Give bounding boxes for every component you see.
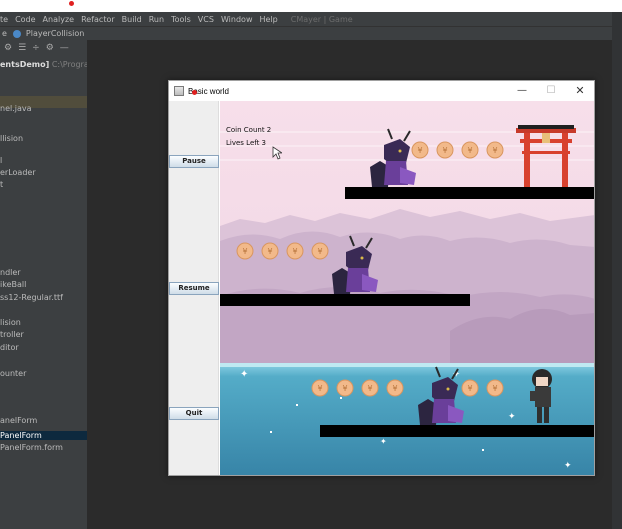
platform-middle [220,294,470,306]
settings-cog-icon[interactable]: ⚙ [4,43,12,53]
platform-top [345,187,594,199]
project-tree-item[interactable]: ditor [0,343,19,352]
project-tree-item[interactable]: llision [0,134,23,143]
menu-code[interactable]: Code [15,15,35,24]
menu-tools[interactable]: Tools [171,15,191,24]
coin-symbol: ¥ [342,384,347,393]
platform-bottom [320,425,594,437]
menu-build[interactable]: Build [122,15,142,24]
project-tree-panel: entsDemo] C:\Programmi nel.javallisionle… [0,56,87,529]
game-window: Basic world — ☐ ✕ Pause Resume Quit ✦ ✦ … [168,80,595,476]
minimize-button[interactable]: — [508,83,536,99]
hide-panel-icon[interactable]: — [60,43,69,53]
mouse-pointer-icon [272,146,282,160]
ide-navigation-bar: e PlayerCollision [0,26,622,40]
coin-symbol: ¥ [242,247,247,256]
lives-left-label: Lives Left 3 [226,139,267,147]
project-tree-item[interactable]: ndler [0,268,21,277]
project-tree-item[interactable]: t [0,180,3,189]
svg-text:✦: ✦ [380,437,387,446]
project-tree-item[interactable]: nel.java [0,104,32,113]
project-root-row[interactable]: entsDemo] C:\Programmi [0,60,87,69]
project-toolbar: ⚙ ☰ ÷ ⚙ — [0,40,87,56]
project-tree-item[interactable]: PanelForm [0,431,87,440]
class-icon [12,29,21,38]
menu-refactor[interactable]: Refactor [81,15,115,24]
screen-top-strip [0,0,622,12]
svg-text:✦: ✦ [240,369,248,380]
menu-vcs[interactable]: VCS [198,15,214,24]
menu-window[interactable]: Window [221,15,253,24]
project-tree-item[interactable]: erLoader [0,168,36,177]
java-app-icon [174,86,184,96]
coin-symbol: ¥ [367,384,372,393]
svg-text:✦: ✦ [508,412,516,422]
collapse-all-icon[interactable]: ÷ [32,43,40,53]
expand-all-icon[interactable]: ☰ [18,43,26,53]
coin-symbol: ¥ [467,384,472,393]
close-button[interactable]: ✕ [566,83,594,99]
coin-symbol: ¥ [467,146,472,155]
project-tree-item[interactable]: ounter [0,369,26,378]
quit-button[interactable]: Quit [169,407,219,420]
coin-symbol: ¥ [492,146,497,155]
project-tree-item[interactable]: l [0,156,2,165]
game-canvas[interactable]: ✦ ✦ ✦ ✦ ✦ ¥ ¥ ¥ ¥ ¥ ¥ ¥ ¥ ¥ ¥ ¥ ¥ ¥ ¥ Co… [220,101,594,475]
game-hud: Coin Count 2 Lives Left 3 [226,124,271,150]
coin-count-label: Coin Count 2 [226,126,272,134]
right-tool-strip [612,12,622,529]
menu-file[interactable]: te [0,15,8,24]
recording-cursor-dot [69,1,74,6]
ide-project-title: CMayer | Game [290,14,353,24]
resume-button[interactable]: Resume [169,282,219,295]
coin-symbol: ¥ [417,146,422,155]
project-tree-item[interactable]: PanelForm.form [0,443,63,452]
menu-help[interactable]: Help [259,15,277,24]
coin-symbol: ¥ [392,384,397,393]
coin-symbol: ¥ [292,247,297,256]
control-panel: Pause Resume Quit [169,101,219,475]
breadcrumb-file[interactable]: PlayerCollision [26,29,84,38]
coin-symbol: ¥ [492,384,497,393]
project-tree-item[interactable]: ikeBall [0,280,26,289]
gear-icon[interactable]: ⚙ [46,43,54,53]
coin-symbol: ¥ [317,247,322,256]
pause-button[interactable]: Pause [169,155,219,168]
coin-symbol: ¥ [317,384,322,393]
coin-symbol: ¥ [267,247,272,256]
project-root-name: entsDemo] [0,60,50,69]
project-tree-item[interactable]: anelForm [0,416,37,425]
project-tree-item[interactable]: lision [0,318,21,327]
menu-run[interactable]: Run [149,15,164,24]
coin-symbol: ¥ [442,146,447,155]
window-titlebar[interactable]: Basic world — ☐ ✕ [169,81,594,101]
svg-text:✦: ✦ [564,461,572,471]
breadcrumb-start[interactable]: e [2,29,7,38]
maximize-button[interactable]: ☐ [537,83,565,99]
recording-cursor-dot [192,90,197,95]
ide-menu-bar: te Code Analyze Refactor Build Run Tools… [0,12,622,26]
menu-analyze[interactable]: Analyze [43,15,75,24]
project-root-path: C:\Programmi [51,60,87,69]
project-tree-item[interactable]: troller [0,330,24,339]
project-tree-item[interactable]: ss12-Regular.ttf [0,293,63,302]
water-surface [220,363,594,367]
